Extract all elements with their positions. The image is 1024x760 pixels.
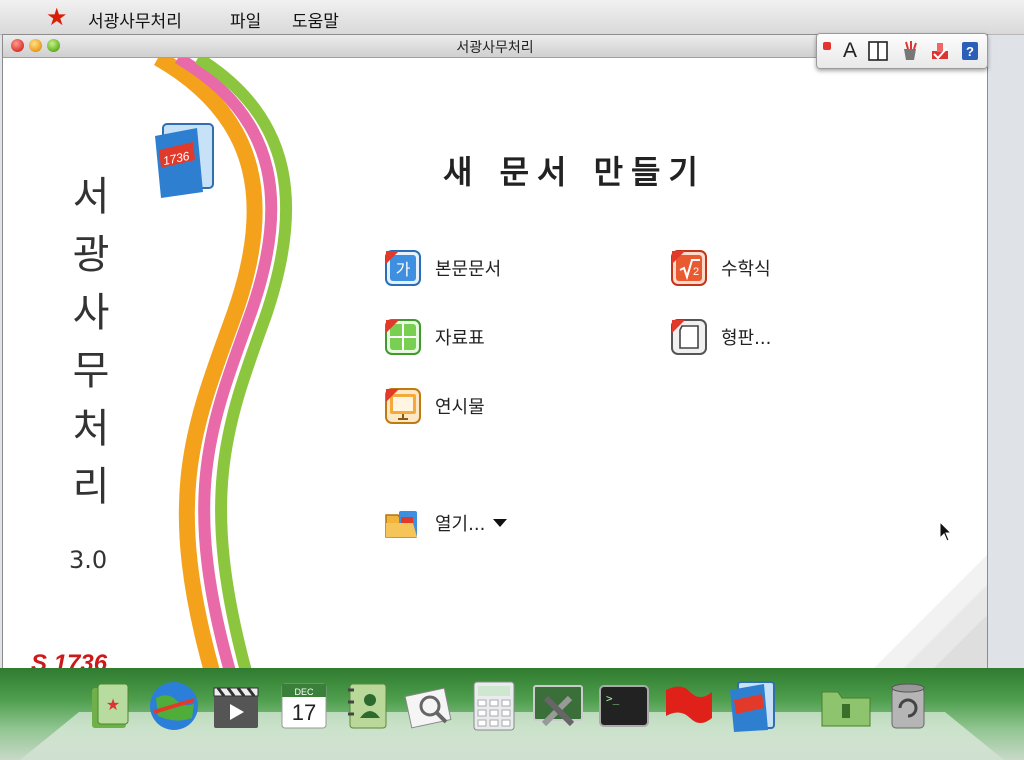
- item-label: 자료표: [435, 328, 485, 349]
- version-label: 3.0: [69, 546, 108, 574]
- calendar-month: DEC: [294, 687, 314, 697]
- sidebar-decoration: 1736 서 광 사 무 처 리 3.0 S 1736: [3, 58, 293, 675]
- dropdown-arrow-icon[interactable]: [493, 519, 508, 527]
- open-document-button[interactable]: 열기...: [383, 503, 508, 543]
- tool-palette: A ?: [816, 33, 988, 69]
- trash-icon[interactable]: [880, 678, 936, 734]
- help-book-icon[interactable]: ?: [959, 40, 981, 62]
- colored-waves: [154, 58, 293, 675]
- office-suite-icon[interactable]: [724, 678, 780, 734]
- calendar-day: 17: [292, 700, 316, 725]
- new-text-document-button[interactable]: 가 본문문서: [383, 248, 501, 288]
- video-clapper-icon[interactable]: [208, 678, 264, 734]
- columns-icon[interactable]: [867, 40, 889, 62]
- address-book-icon[interactable]: [340, 678, 396, 734]
- open-folder-icon: [383, 503, 423, 543]
- vertical-app-title: 서 광 사 무 처 리: [61, 168, 121, 516]
- open-label: 열기...: [435, 514, 486, 535]
- top-menu-bar: ★ 서광사무처리 파일 도움말: [0, 0, 1024, 35]
- new-math-formula-button[interactable]: 2 수학식: [669, 248, 771, 288]
- globe-icon[interactable]: [146, 678, 202, 734]
- title-char: 사: [72, 290, 110, 336]
- page-title: 새 문서 만들기: [443, 153, 706, 191]
- red-book-icon[interactable]: ★: [86, 678, 142, 734]
- calculator-icon[interactable]: [466, 678, 522, 734]
- system-tools-icon[interactable]: [530, 678, 586, 734]
- image-viewer-icon[interactable]: [400, 678, 456, 734]
- new-presentation-button[interactable]: 연시물: [383, 386, 485, 426]
- item-label: 본문문서: [435, 259, 502, 280]
- title-char: 리: [72, 464, 110, 510]
- palette-close-button[interactable]: [823, 42, 831, 50]
- item-label: 형판...: [721, 328, 772, 349]
- menu-help[interactable]: 도움말: [292, 7, 339, 32]
- spreadsheet-icon: [383, 317, 423, 357]
- mouse-cursor-icon: [939, 521, 953, 542]
- math-sqrt-icon: 2: [669, 248, 709, 288]
- brush-cup-icon[interactable]: [899, 40, 921, 62]
- corner-pattern: [867, 555, 987, 675]
- star-logo-icon[interactable]: ★: [46, 3, 68, 31]
- svg-text:>_: >_: [606, 692, 620, 705]
- calendar-icon[interactable]: DEC 17: [276, 678, 332, 734]
- svg-text:가: 가: [396, 260, 411, 279]
- svg-text:2: 2: [693, 266, 699, 278]
- red-flag-icon[interactable]: [660, 678, 716, 734]
- svg-text:★: ★: [106, 695, 120, 714]
- document-ga-icon: 가: [383, 248, 423, 288]
- item-label: 연시물: [435, 397, 485, 418]
- item-label: 수학식: [721, 259, 771, 280]
- svg-text:?: ?: [966, 44, 974, 59]
- title-char: 광: [72, 232, 110, 278]
- folder-icon[interactable]: [818, 678, 874, 734]
- presentation-icon: [383, 386, 423, 426]
- stamp-check-icon[interactable]: [929, 40, 951, 62]
- title-char: 서: [72, 174, 110, 220]
- template-icon: [669, 317, 709, 357]
- new-spreadsheet-button[interactable]: 자료표: [383, 317, 485, 357]
- office-logo-icon: 1736: [155, 123, 214, 198]
- new-from-template-button[interactable]: 형판...: [669, 317, 771, 357]
- title-char: 처: [72, 406, 110, 452]
- app-window: 서광사무처리 1736 서 광 사 무 처 리 3.0 S 1736 새 문서 …: [2, 34, 988, 676]
- font-tool-button[interactable]: A: [839, 40, 861, 62]
- terminal-icon[interactable]: >_: [596, 678, 652, 734]
- title-char: 무: [72, 348, 110, 394]
- menu-app-name[interactable]: 서광사무처리: [88, 7, 182, 32]
- menu-file[interactable]: 파일: [230, 7, 261, 32]
